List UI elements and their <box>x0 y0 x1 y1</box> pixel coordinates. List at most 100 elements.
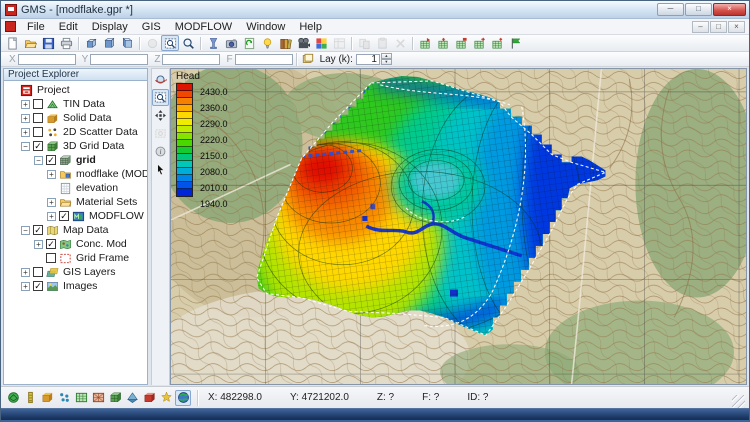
tree-item-solid-data[interactable]: +Solid Data <box>4 111 147 125</box>
paste-tool-button[interactable] <box>373 35 391 51</box>
menu-edit[interactable]: Edit <box>52 20 85 34</box>
f-coordinate-input[interactable] <box>235 54 293 65</box>
visibility-checkbox[interactable] <box>33 99 43 109</box>
menu-window[interactable]: Window <box>239 20 292 34</box>
menu-file[interactable]: File <box>20 20 52 34</box>
minimize-button[interactable]: ─ <box>657 3 684 16</box>
select-tool[interactable] <box>152 161 169 178</box>
pan-tool[interactable] <box>152 107 169 124</box>
visibility-checkbox[interactable] <box>46 253 56 263</box>
grid-shift-button[interactable] <box>470 35 488 51</box>
screen-capture-button[interactable] <box>222 35 240 51</box>
resize-grip[interactable] <box>732 395 745 408</box>
delete-tool-button[interactable] <box>391 35 409 51</box>
y-coordinate-input[interactable] <box>90 54 148 65</box>
tree-item-images[interactable]: +✓Images <box>4 279 147 293</box>
layer-input[interactable]: 1 <box>356 54 380 65</box>
menu-help[interactable]: Help <box>292 20 329 34</box>
tree-expander[interactable]: + <box>21 128 30 137</box>
visibility-checkbox[interactable]: ✓ <box>33 281 43 291</box>
child-minimize-button[interactable]: – <box>692 21 709 33</box>
tree-expander[interactable]: + <box>34 240 43 249</box>
visibility-checkbox[interactable]: ✓ <box>33 225 43 235</box>
view-side-button[interactable] <box>118 35 136 51</box>
tree-item-project[interactable]: Project <box>4 83 147 97</box>
run-modflow-flag-button[interactable] <box>506 35 524 51</box>
tree-expander[interactable]: + <box>21 282 30 291</box>
info-tool[interactable]: i <box>152 143 169 160</box>
orbit-tool[interactable] <box>152 71 169 88</box>
visibility-checkbox[interactable]: ✓ <box>33 141 43 151</box>
tree-expander[interactable]: − <box>21 226 30 235</box>
ugrid-module-button[interactable] <box>141 390 157 406</box>
borehole-module-button[interactable] <box>22 390 38 406</box>
view-front-button[interactable] <box>100 35 118 51</box>
tree-expander[interactable]: + <box>21 268 30 277</box>
close-button[interactable]: × <box>713 3 746 16</box>
window-options-button[interactable] <box>330 35 348 51</box>
display-options-button[interactable] <box>312 35 330 51</box>
z-coordinate-input[interactable] <box>162 54 220 65</box>
mesh3d-module-button[interactable] <box>124 390 140 406</box>
layer-spinner[interactable]: ▲▼ <box>381 53 392 65</box>
tree-item-conc-mod[interactable]: +✓Conc. Mod <box>4 237 147 251</box>
tree-expander[interactable]: − <box>21 142 30 151</box>
child-restore-button[interactable]: □ <box>710 21 727 33</box>
menu-display[interactable]: Display <box>85 20 135 34</box>
grid-append-button[interactable] <box>488 35 506 51</box>
view-oblique-button[interactable] <box>82 35 100 51</box>
flood-tool-button[interactable] <box>204 35 222 51</box>
visibility-checkbox[interactable] <box>33 267 43 277</box>
graphics-window[interactable]: Head 2430.02360.02290.02220.02150.02080.… <box>170 68 747 385</box>
tree-item-material-sets[interactable]: +Material Sets <box>4 195 147 209</box>
grid3d-module-button[interactable] <box>107 390 123 406</box>
grid-split-button[interactable] <box>434 35 452 51</box>
visibility-checkbox[interactable]: ✓ <box>46 239 56 249</box>
new-file-button[interactable] <box>3 35 21 51</box>
material-browser-button[interactable] <box>276 35 294 51</box>
title-bar[interactable]: GMS - [modflake.gpr *] ─ □ × <box>1 1 749 19</box>
tree-item-modflow[interactable]: +✓MODFLOW <box>4 209 147 223</box>
lighting-options-button[interactable] <box>258 35 276 51</box>
print-button[interactable] <box>57 35 75 51</box>
tin-module-button[interactable] <box>5 390 21 406</box>
tree-item-gis-layers[interactable]: +GIS Layers <box>4 265 147 279</box>
grid-merge-button[interactable] <box>452 35 470 51</box>
scatter-module-button[interactable] <box>56 390 72 406</box>
visibility-checkbox[interactable]: ✓ <box>59 211 69 221</box>
refresh-view-button[interactable] <box>240 35 258 51</box>
tree-expander[interactable]: + <box>47 198 56 207</box>
visibility-checkbox[interactable] <box>33 127 43 137</box>
menu-gis[interactable]: GIS <box>135 20 168 34</box>
previous-zoom-button[interactable] <box>143 35 161 51</box>
grid2d-module-button[interactable] <box>73 390 89 406</box>
map-module-button[interactable] <box>175 390 191 406</box>
film-loop-button[interactable] <box>294 35 312 51</box>
visibility-checkbox[interactable]: ✓ <box>46 155 56 165</box>
tree-item-elevation[interactable]: elevation <box>4 181 147 195</box>
frame-zoom-tool[interactable] <box>152 125 169 142</box>
menu-modflow[interactable]: MODFLOW <box>168 20 239 34</box>
tree-item-2d-scatter-data[interactable]: +2D Scatter Data <box>4 125 147 139</box>
tree-expander[interactable]: + <box>21 100 30 109</box>
map-canvas[interactable] <box>171 69 746 384</box>
open-file-button[interactable] <box>21 35 39 51</box>
layer-window-icon[interactable] <box>300 51 316 67</box>
project-explorer-header[interactable]: Project Explorer <box>3 68 148 81</box>
maximize-button[interactable]: □ <box>685 3 712 16</box>
solid-module-button[interactable] <box>39 390 55 406</box>
x-coordinate-input[interactable] <box>18 54 76 65</box>
grid-refine-button[interactable] <box>416 35 434 51</box>
zoom-tool[interactable] <box>152 89 169 106</box>
visibility-checkbox[interactable] <box>33 113 43 123</box>
mesh2d-module-button[interactable] <box>90 390 106 406</box>
magnifier-button[interactable] <box>179 35 197 51</box>
tree-expander[interactable]: + <box>47 212 56 221</box>
copy-tool-button[interactable] <box>355 35 373 51</box>
tree-expander[interactable]: − <box>34 156 43 165</box>
tree-item-grid[interactable]: −✓grid <box>4 153 147 167</box>
tree-expander[interactable]: + <box>47 170 56 179</box>
child-window-icon[interactable] <box>5 21 16 32</box>
tree-item-3d-grid-data[interactable]: −✓3D Grid Data <box>4 139 147 153</box>
save-file-button[interactable] <box>39 35 57 51</box>
